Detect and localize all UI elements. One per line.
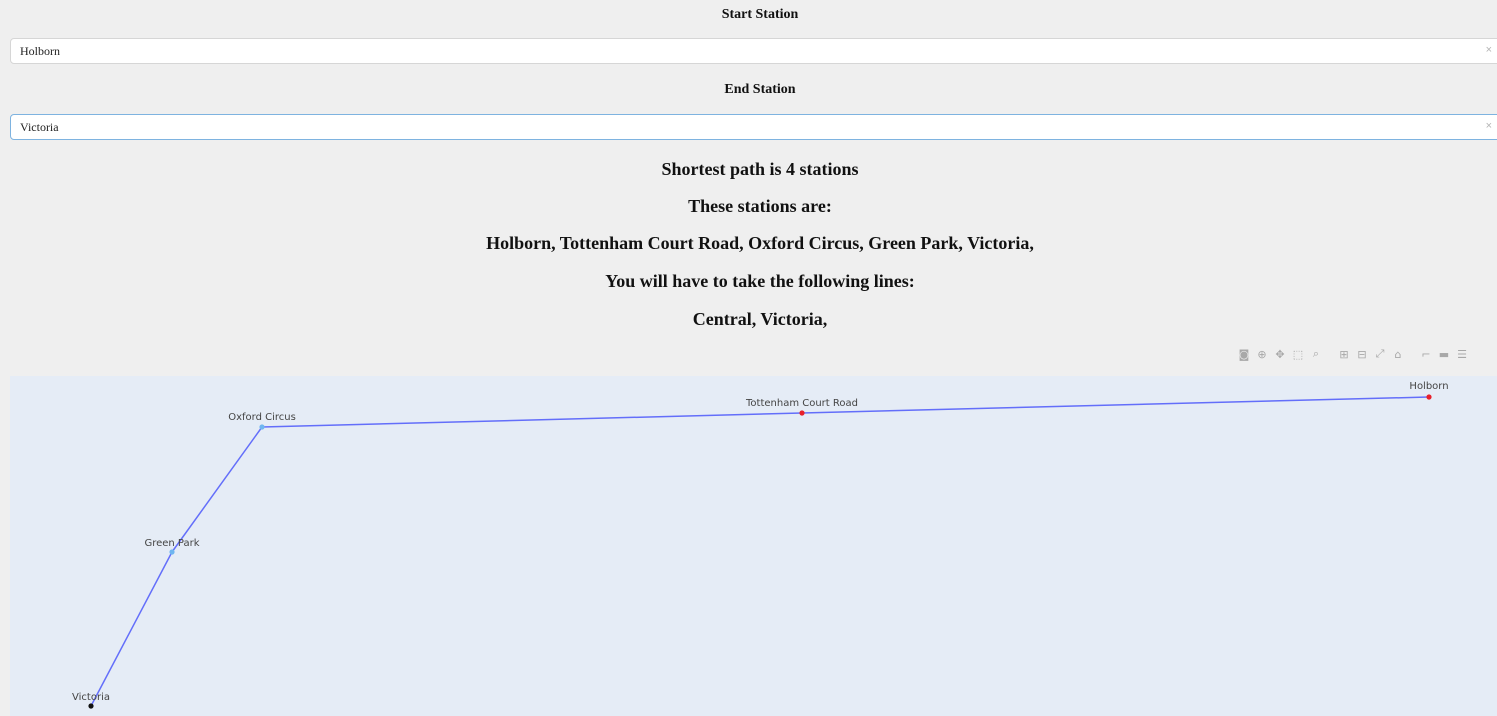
- stations-list: Holborn, Tottenham Court Road, Oxford Ci…: [486, 233, 1034, 253]
- station-node[interactable]: [259, 424, 265, 430]
- spike-lines-icon[interactable]: ⌐: [1418, 346, 1434, 362]
- end-station-dropdown[interactable]: Victoria × ▾: [10, 114, 1497, 140]
- stations-heading: These stations are:: [688, 196, 832, 216]
- hover-compare-icon[interactable]: ☰: [1454, 346, 1470, 362]
- lines-heading: You will have to take the following line…: [605, 271, 915, 291]
- lines-list: Central, Victoria,: [692, 309, 828, 329]
- route-graph[interactable]: Holborn Tottenham Court Road Oxford Circus…: [10, 376, 1497, 716]
- box-select-icon[interactable]: ⬚: [1290, 346, 1306, 362]
- route-edge: [171, 426, 263, 553]
- zoom-out-icon[interactable]: ⊟: [1354, 346, 1370, 362]
- route-edge: [801, 396, 1430, 414]
- station-node[interactable]: [799, 410, 805, 416]
- start-station-value: Holborn: [20, 43, 60, 58]
- station-node[interactable]: [1426, 394, 1432, 400]
- station-label: Holborn: [1409, 381, 1448, 392]
- start-station-dropdown[interactable]: Holborn × ▾: [10, 38, 1497, 64]
- shortest-path-text: Shortest path is 4 stations: [661, 159, 859, 179]
- station-label: Tottenham Court Road: [745, 398, 858, 409]
- zoom-icon[interactable]: ⊕: [1254, 346, 1270, 362]
- route-edge: [261, 412, 803, 428]
- route-edge: [90, 551, 173, 707]
- camera-icon[interactable]: ◙: [1236, 346, 1252, 362]
- station-label: Victoria: [72, 692, 110, 703]
- station-label: Green Park: [144, 538, 199, 549]
- route-graph-svg[interactable]: Holborn Tottenham Court Road Oxford Circus…: [10, 376, 1497, 716]
- pan-icon[interactable]: ✥: [1272, 346, 1288, 362]
- station-label: Oxford Circus: [228, 412, 296, 423]
- zoom-in-icon[interactable]: ⊞: [1336, 346, 1352, 362]
- end-station-value: Victoria: [20, 119, 59, 134]
- clear-icon[interactable]: ×: [1486, 120, 1492, 132]
- end-station-heading: End Station: [724, 82, 796, 97]
- hover-closest-icon[interactable]: ▬: [1436, 346, 1452, 362]
- station-node[interactable]: [169, 549, 175, 555]
- clear-icon[interactable]: ×: [1486, 44, 1492, 56]
- start-station-heading: Start Station: [721, 7, 799, 22]
- reset-axes-icon[interactable]: ⌂: [1390, 346, 1406, 362]
- autoscale-icon[interactable]: ⤢: [1372, 346, 1388, 362]
- plot-modebar: ◙ ⊕ ✥ ⬚ ⌕ ⊞ ⊟ ⤢ ⌂ ⌐ ▬ ☰: [1236, 346, 1470, 362]
- station-node[interactable]: [88, 703, 94, 709]
- lasso-select-icon[interactable]: ⌕: [1308, 346, 1324, 362]
